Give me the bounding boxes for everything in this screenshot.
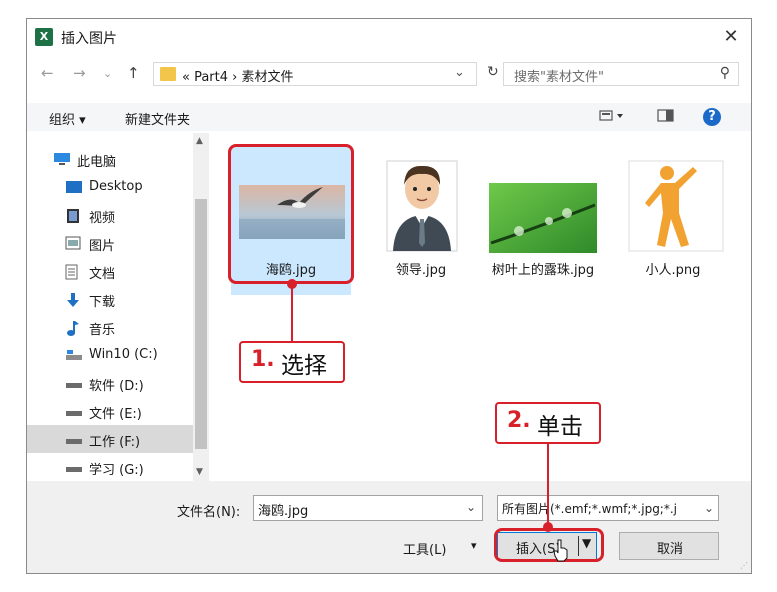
navigation-pane: 此电脑 Desktop 视频 图片 文档 下载 音乐 Win10 (C:) 软件… xyxy=(27,133,217,481)
refresh-icon[interactable]: ↻ xyxy=(487,64,499,80)
video-icon xyxy=(65,208,81,223)
music-icon xyxy=(65,320,81,336)
sidebar-item-this-pc[interactable]: 此电脑 xyxy=(27,145,193,173)
sidebar-item-label: 软件 (D:) xyxy=(89,379,144,394)
drive-icon xyxy=(65,432,82,446)
sidebar-scrollbar[interactable]: ▲ ▼ xyxy=(193,133,209,481)
insert-picture-dialog: X 插入图片 ✕ ← → ⌄ ↑ « Part4 › 素材文件 ⌄ ↻ 搜索"素… xyxy=(26,18,752,574)
file-item-little-man[interactable]: 小人.png xyxy=(613,147,733,295)
chevron-down-icon[interactable]: ⌄ xyxy=(466,500,476,514)
sidebar-item-label: Desktop xyxy=(89,179,143,194)
sidebar-item-label: 图片 xyxy=(89,239,116,254)
drive-icon xyxy=(65,376,82,390)
filename-label: 文件名(N): xyxy=(177,505,241,520)
folder-icon xyxy=(160,67,176,81)
cancel-button-label: 取消 xyxy=(656,542,683,557)
sidebar-item-drive-d[interactable]: 软件 (D:) xyxy=(27,369,193,397)
sidebar-item-label: 视频 xyxy=(89,211,116,226)
sidebar-item-drive-f[interactable]: 工作 (F:) xyxy=(27,425,193,453)
excel-app-icon: X xyxy=(35,28,53,46)
sidebar-item-drive-c[interactable]: Win10 (C:) xyxy=(27,341,193,369)
sidebar-item-videos[interactable]: 视频 xyxy=(27,201,193,229)
search-placeholder: 搜索"素材文件" xyxy=(514,70,604,85)
pictures-icon xyxy=(65,236,81,250)
sidebar-item-label: 下载 xyxy=(89,295,116,310)
dialog-footer: 文件名(N): 海鸥.jpg ⌄ 所有图片(*.emf;*.wmf;*.jpg;… xyxy=(27,481,751,573)
address-bar[interactable]: « Part4 › 素材文件 ⌄ xyxy=(153,62,477,86)
view-options-icon[interactable] xyxy=(599,108,625,128)
chevron-down-icon[interactable]: ⌄ xyxy=(700,496,718,520)
dewdrop-thumbnail xyxy=(489,183,597,253)
title-bar: X 插入图片 ✕ xyxy=(27,19,751,55)
filename-value: 海鸥.jpg xyxy=(258,504,309,519)
forward-arrow-icon[interactable]: → xyxy=(73,64,86,82)
drive-icon xyxy=(65,404,82,418)
chevron-down-icon[interactable]: ⌄ xyxy=(454,65,465,80)
leader-thumbnail xyxy=(369,157,475,253)
step2-text: 单击 xyxy=(537,414,583,440)
step1-text: 选择 xyxy=(281,353,327,379)
desktop-icon xyxy=(65,180,82,194)
organize-button[interactable]: 组织 ▾ xyxy=(49,109,86,128)
step2-line xyxy=(547,444,549,526)
step1-line xyxy=(291,284,293,342)
sidebar-item-label: 文件 (E:) xyxy=(89,407,142,422)
download-icon xyxy=(65,292,81,307)
sidebar-item-downloads[interactable]: 下载 xyxy=(27,285,193,313)
sidebar-item-pictures[interactable]: 图片 xyxy=(27,229,193,257)
sidebar-item-label: 此电脑 xyxy=(77,155,117,170)
scroll-down-icon[interactable]: ▼ xyxy=(196,467,203,477)
step2-number: 2. xyxy=(507,408,531,433)
documents-icon xyxy=(65,264,81,280)
sidebar-item-desktop[interactable]: Desktop xyxy=(27,173,193,201)
step2-highlight xyxy=(494,528,604,562)
sidebar-item-documents[interactable]: 文档 xyxy=(27,257,193,285)
tools-button[interactable]: 工具(L) xyxy=(403,539,446,558)
search-icon[interactable]: ⚲ xyxy=(720,65,730,81)
filetype-value: 所有图片(*.emf;*.wmf;*.jpg;*.j xyxy=(502,502,677,516)
preview-pane-icon[interactable] xyxy=(657,108,675,128)
sidebar-item-drive-g[interactable]: 学习 (G:) xyxy=(27,453,193,481)
file-name: 领导.jpg xyxy=(395,263,447,278)
help-icon[interactable]: ? xyxy=(703,108,721,126)
command-toolbar: 组织 ▾ 新建文件夹 ? xyxy=(27,103,751,131)
file-name: 小人.png xyxy=(645,263,701,278)
file-item-dewdrop[interactable]: 树叶上的露珠.jpg xyxy=(483,147,603,295)
sidebar-item-label: 音乐 xyxy=(89,323,116,338)
close-button[interactable]: ✕ xyxy=(717,23,745,51)
up-arrow-icon[interactable]: ↑ xyxy=(127,64,140,82)
step2-callout: 2. 单击 xyxy=(495,402,601,444)
hand-cursor-icon xyxy=(552,538,570,566)
drive-icon xyxy=(65,460,82,474)
filetype-select[interactable]: 所有图片(*.emf;*.wmf;*.jpg;*.j ⌄ xyxy=(497,495,719,521)
back-arrow-icon[interactable]: ← xyxy=(41,64,54,82)
search-input[interactable]: 搜索"素材文件" ⚲ xyxy=(503,62,739,86)
resize-grip-icon[interactable]: ⋰ xyxy=(740,561,748,570)
sidebar-item-label: Win10 (C:) xyxy=(89,347,158,362)
drive-icon xyxy=(65,348,82,362)
step1-highlight xyxy=(228,144,354,284)
cancel-button[interactable]: 取消 xyxy=(619,532,719,560)
sidebar-item-drive-e[interactable]: 文件 (E:) xyxy=(27,397,193,425)
step1-number: 1. xyxy=(251,347,275,372)
computer-icon xyxy=(53,152,70,166)
recent-dropdown-icon[interactable]: ⌄ xyxy=(103,67,112,80)
address-path: « Part4 › 素材文件 xyxy=(182,70,294,85)
little-man-thumbnail xyxy=(621,157,727,253)
sidebar-item-label: 文档 xyxy=(89,267,116,282)
new-folder-button[interactable]: 新建文件夹 xyxy=(125,109,190,128)
step1-callout: 1. 选择 xyxy=(239,341,345,383)
tools-dropdown-icon[interactable]: ▾ xyxy=(471,539,477,552)
file-name: 树叶上的露珠.jpg xyxy=(491,263,595,278)
sidebar-item-music[interactable]: 音乐 xyxy=(27,313,193,341)
window-title: 插入图片 xyxy=(61,31,117,47)
filename-input[interactable]: 海鸥.jpg ⌄ xyxy=(253,495,483,521)
navigation-bar: ← → ⌄ ↑ « Part4 › 素材文件 ⌄ ↻ 搜索"素材文件" ⚲ xyxy=(27,59,751,89)
scroll-up-icon[interactable]: ▲ xyxy=(196,136,203,146)
sidebar-item-label: 学习 (G:) xyxy=(89,463,144,478)
scrollbar-thumb[interactable] xyxy=(195,199,207,449)
file-item-leader[interactable]: 领导.jpg xyxy=(361,147,481,295)
sidebar-item-label: 工作 (F:) xyxy=(89,435,141,450)
